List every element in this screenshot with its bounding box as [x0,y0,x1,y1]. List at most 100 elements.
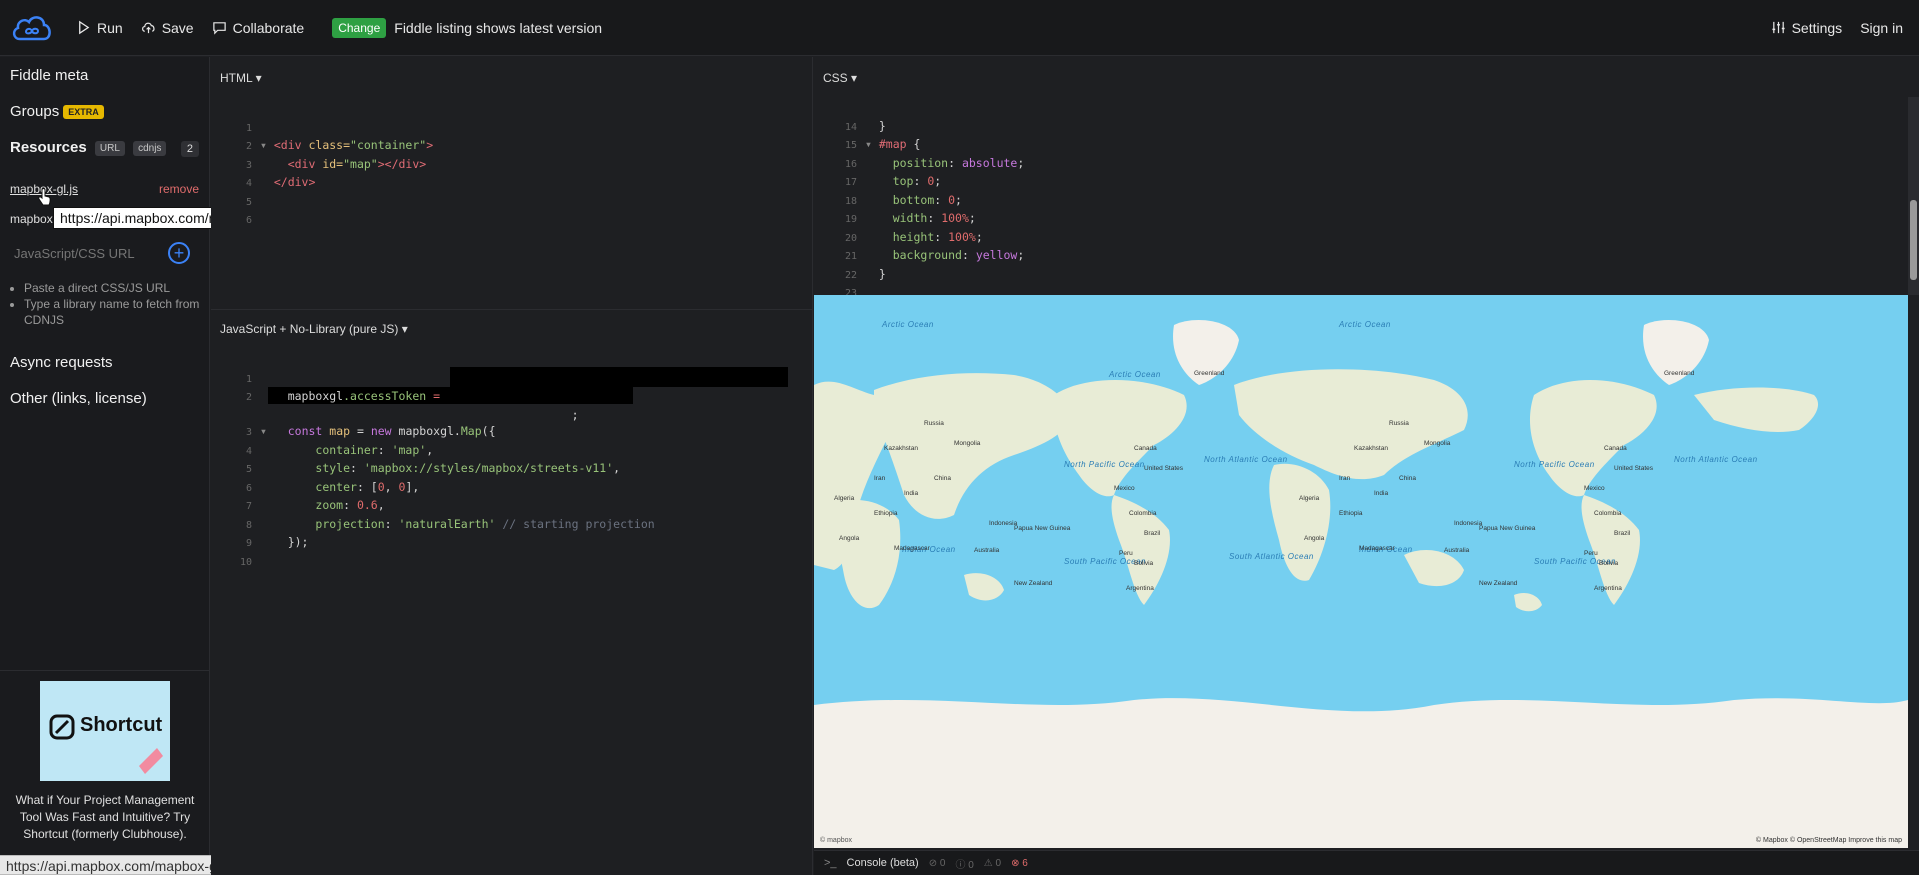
count-value: 0 [995,857,1002,869]
country-label: Russia [924,420,944,427]
remove-resource-button[interactable]: remove [159,182,199,196]
country-label: Greenland [1664,370,1695,377]
js-editor[interactable]: 12 mapboxgl.accessToken = ; 3 ▾ const map … [230,353,655,588]
code-token: }); [287,535,309,549]
console-error-count: ⊗ 6 [1011,857,1028,869]
country-label: China [1399,475,1416,482]
html-editor[interactable]: 1 2 ▾ <div class="container"> 3 <div id="ma… [230,102,433,246]
line-number: 10 [239,556,252,568]
ocean-label: North Pacific Ocean [1514,460,1595,469]
settings-button[interactable]: Settings [1771,19,1843,36]
css-property-line: 16 position: absolute; [835,155,1024,174]
css-scroll-thumb[interactable] [1910,200,1917,280]
code-token: id= [315,156,344,171]
css-property-line: 17 top: 0; [835,173,1024,192]
change-message[interactable]: Fiddle listing shows latest version [394,20,602,36]
country-label: Kazakhstan [884,445,918,452]
sign-in-button[interactable]: Sign in [1860,20,1903,36]
fiddle-meta-heading[interactable]: Fiddle meta [0,67,88,84]
country-label: Kazakhstan [1354,445,1388,452]
groups-heading[interactable]: Groups EXTRA [0,103,104,120]
code-token: "container" [350,138,427,152]
resources-heading[interactable]: Resources URL cdnjs [0,139,167,156]
collaborate-button[interactable]: Collaborate [212,20,304,36]
settings-label: Settings [1791,19,1843,36]
css-property-line: 20 height: 100%; [835,229,1024,248]
country-label: New Zealand [1014,580,1053,587]
js-panel-title[interactable]: JavaScript + No-Library (pure JS) ▾ [220,322,408,336]
line-number: 8 [245,519,252,531]
css-property-name: bottom [892,192,935,207]
change-badge[interactable]: Change [332,17,387,38]
sliders-icon [1772,21,1785,34]
save-button[interactable]: Save [141,20,194,36]
css-panel-title[interactable]: CSS ▾ [823,71,857,85]
sidebar: Fiddle meta Groups EXTRA Resources URL cd… [0,57,210,875]
css-property-name: background [892,248,962,262]
map-attribution[interactable]: © Mapbox © OpenStreetMap Improve this ma… [1756,837,1902,844]
count-value: 0 [968,859,974,871]
map-canvas[interactable]: Arctic Ocean Arctic Ocean Arctic Ocean Nort… [814,295,1908,848]
code-token: new [370,424,392,438]
country-label: Mexico [1114,485,1135,492]
jsfiddle-logo-icon[interactable] [8,8,56,48]
country-label: Bolivia [1134,560,1154,567]
code-token: <div [287,156,316,171]
resource-url-input[interactable] [8,240,168,266]
top-bar: Run Save Collaborate Change Fiddle listi… [0,0,1919,56]
line-number: 5 [245,464,252,475]
code-token: class= [301,138,351,152]
html-js-divider[interactable] [211,309,813,310]
code-token: mapboxgl. [391,424,461,438]
country-label: Peru [1584,550,1598,557]
ocean-label: North Atlantic Ocean [1204,455,1288,464]
country-label: Ethiopia [874,510,898,517]
code-token: center [315,479,357,494]
ocean-label: South Atlantic Ocean [1229,552,1314,561]
line-number: 9 [245,538,252,549]
console-info-count: ⓘ 0 [955,859,974,871]
line-number: 20 [844,232,857,244]
resource-link-mapbox-css[interactable]: mapbox [10,212,53,226]
css-property-value: 100% [941,211,969,225]
country-label: Australia [974,547,1000,554]
shortcut-ad-text[interactable]: What if Your Project Management Tool Was… [8,792,202,843]
line-number: 2 [245,141,252,152]
code-token: 'mapbox://styles/mapbox/streets-v11' [363,461,614,475]
line-number: 5 [245,196,252,208]
css-property-name: width [892,211,928,225]
code-token: ; [571,407,579,422]
code-token: #map [878,137,907,151]
line-number: 3 [245,427,252,438]
sidebar-divider [0,670,209,671]
mapbox-logo[interactable]: © mapbox [820,837,852,844]
sign-in-label: Sign in [1860,19,1903,36]
other-links-license-heading[interactable]: Other (links, license) [0,390,147,407]
country-label: Angola [839,535,860,542]
url-tag[interactable]: URL [94,140,125,156]
shortcut-ad-image[interactable]: Shortcut [40,681,170,781]
chat-bubble-icon [212,22,226,35]
run-button[interactable]: Run [76,20,123,36]
line-number: 19 [844,214,857,225]
country-label: Brazil [1144,530,1161,537]
html-panel-label: HTML [220,71,253,85]
country-label: Greenland [1194,370,1225,377]
code-token: mapboxgl [287,389,344,403]
mouse-cursor-icon [38,188,52,211]
country-label: Brazil [1614,530,1631,537]
line-number: 3 [245,159,252,171]
cdnjs-tag[interactable]: cdnjs [133,140,167,156]
css-property-name: height [892,229,935,244]
code-token: Map [460,424,482,438]
css-property-value: absolute [961,155,1018,170]
code-token: 0 [377,479,385,494]
code-token: 'map' [391,442,427,457]
async-requests-heading[interactable]: Async requests [0,354,113,371]
add-resource-plus-icon[interactable]: + [168,242,190,264]
code-token: "map" [343,156,378,171]
country-label: Argentina [1594,585,1622,592]
html-panel-title[interactable]: HTML ▾ [220,71,262,85]
console-bar[interactable]: >_ Console (beta) ⊘ 0 ⓘ 0 ⚠ 0 ⊗ 6 [814,850,1919,875]
css-editor[interactable]: 14 } 15 ▾ #map {16 position: absolute; 17 t… [835,101,1024,319]
